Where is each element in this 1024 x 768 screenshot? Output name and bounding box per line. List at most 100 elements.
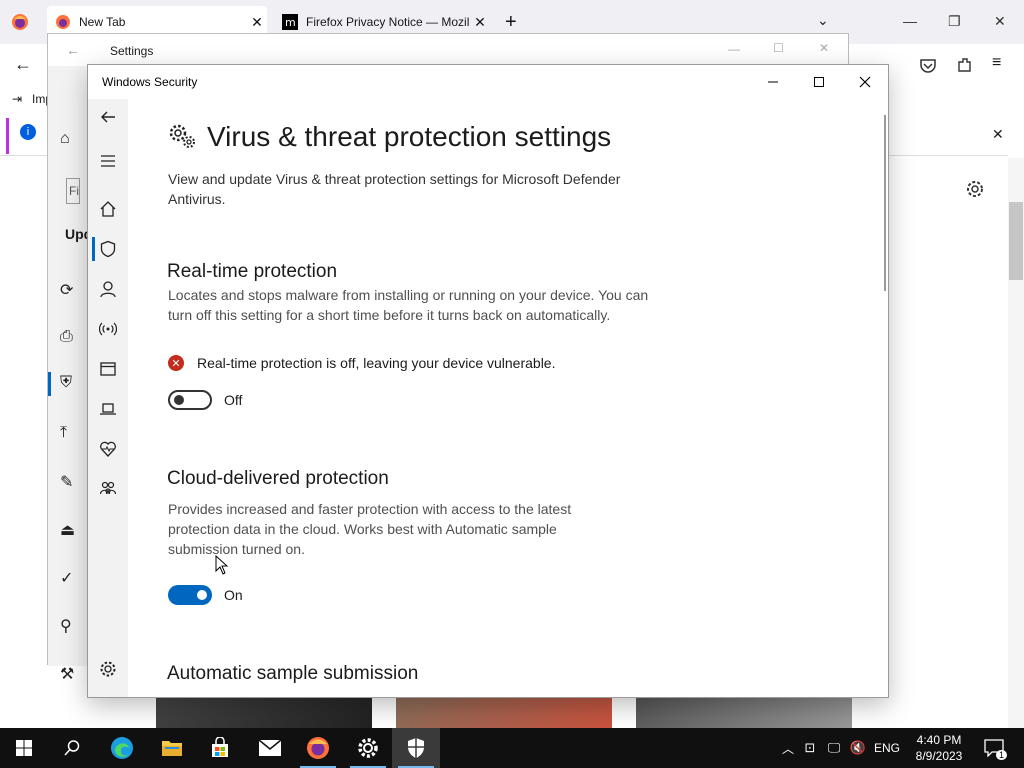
settings-taskbar-button[interactable]	[344, 728, 392, 768]
back-icon	[101, 111, 115, 123]
nav-account-protection[interactable]	[88, 271, 128, 307]
menu-button[interactable]	[88, 143, 128, 179]
volume-muted-icon[interactable]: 🔇	[846, 740, 870, 756]
minimize-icon	[768, 81, 778, 83]
extensions-icon[interactable]	[955, 56, 973, 74]
thumbnail-image[interactable]	[396, 696, 612, 728]
search-button[interactable]	[48, 728, 96, 768]
toggle-knob	[174, 395, 184, 405]
health-icon	[100, 441, 116, 457]
recovery-icon[interactable]: ⏏	[60, 520, 75, 540]
security-titlebar: Windows Security	[88, 65, 888, 99]
store-button[interactable]	[196, 728, 244, 768]
scrollbar-thumb[interactable]	[1009, 202, 1023, 280]
firefox-taskbar-button[interactable]	[294, 728, 342, 768]
mail-icon	[258, 739, 282, 756]
info-icon: i	[20, 124, 36, 140]
minimize-icon[interactable]: —	[903, 13, 917, 29]
family-icon	[99, 481, 117, 495]
mozilla-tab-icon: m	[282, 14, 298, 30]
device-security-icon	[100, 403, 116, 415]
clock-time: 4:40 PM	[916, 733, 962, 747]
close-button[interactable]	[842, 69, 888, 95]
language-indicator[interactable]: ENG	[870, 741, 904, 755]
troubleshoot-icon[interactable]: ✎	[60, 472, 73, 492]
close-notification-icon[interactable]: ✕	[992, 126, 1004, 143]
minimize-icon[interactable]: —	[728, 42, 740, 56]
delivery-icon[interactable]: ⎙	[60, 328, 73, 346]
account-icon	[100, 281, 116, 298]
store-icon	[212, 737, 228, 757]
pocket-icon[interactable]	[919, 57, 937, 75]
restore-icon[interactable]: ❐	[948, 13, 961, 30]
svg-text:m: m	[285, 16, 296, 29]
nav-device-health[interactable]	[88, 431, 128, 467]
firefox-app-icon	[12, 14, 28, 30]
back-button[interactable]	[88, 99, 128, 135]
folder-icon	[162, 741, 182, 756]
realtime-protection-toggle[interactable]	[168, 390, 212, 410]
close-icon[interactable]: ✕	[994, 13, 1006, 30]
gear-icon[interactable]	[966, 180, 984, 198]
maximize-button[interactable]	[796, 69, 842, 95]
nav-family-options[interactable]	[88, 471, 128, 507]
shield-icon	[408, 738, 424, 758]
start-button[interactable]	[0, 728, 48, 768]
backup-icon[interactable]: ⤒	[60, 424, 67, 442]
back-icon[interactable]: ←	[14, 54, 32, 75]
nav-firewall[interactable]	[88, 311, 128, 347]
nav-settings[interactable]	[88, 651, 128, 687]
content-scrollbar[interactable]	[884, 115, 886, 291]
search-field[interactable]: Fi	[66, 178, 80, 204]
thumbnail-image[interactable]	[636, 696, 852, 728]
realtime-protection-heading: Real-time protection	[167, 261, 338, 282]
chevron-up-icon[interactable]: ︿	[778, 740, 798, 757]
close-tab-icon[interactable]: ✕	[470, 14, 490, 31]
meet-now-icon[interactable]: ⊡	[798, 740, 822, 756]
file-explorer-button[interactable]	[148, 728, 196, 768]
nav-home[interactable]	[88, 191, 128, 227]
firewall-icon	[99, 322, 117, 336]
minimize-button[interactable]	[750, 69, 796, 95]
maximize-icon	[814, 77, 824, 87]
nav-virus-protection[interactable]	[88, 231, 128, 267]
close-icon[interactable]: ✕	[819, 41, 829, 55]
nav-app-browser[interactable]	[88, 351, 128, 387]
action-center-button[interactable]: 1	[980, 728, 1008, 768]
windows-security-window: Windows Security Virus & threat protecti…	[87, 64, 889, 698]
home-icon[interactable]: ⌂	[60, 130, 70, 148]
thumbnail-image[interactable]	[156, 696, 372, 728]
page-description: View and update Virus & threat protectio…	[168, 171, 621, 207]
clock-date: 8/9/2023	[915, 749, 963, 763]
cloud-protection-toggle[interactable]	[168, 585, 212, 605]
find-device-icon[interactable]: ⚲	[60, 616, 72, 636]
search-icon	[64, 740, 80, 756]
tab-label: Firefox Privacy Notice — Mozilla	[306, 15, 470, 29]
back-icon[interactable]: ←	[66, 42, 80, 58]
maximize-icon[interactable]: ☐	[773, 41, 784, 55]
system-tray: ︿ ⊡ 🖵 🔇 ENG	[778, 728, 904, 768]
close-tab-icon[interactable]: ✕	[247, 14, 267, 31]
shield-icon[interactable]: ⛨	[60, 374, 72, 392]
activation-icon[interactable]: ✓	[60, 568, 73, 588]
taskbar: ︿ ⊡ 🖵 🔇 ENG 4:40 PM 8/9/2023 1	[0, 728, 1024, 768]
windows-security-taskbar-button[interactable]	[392, 728, 440, 768]
developer-icon[interactable]: ⚒	[60, 664, 74, 684]
hamburger-menu-icon[interactable]: ≡	[992, 54, 1001, 72]
mail-button[interactable]	[246, 728, 294, 768]
notice-accent	[6, 118, 9, 154]
chevron-down-icon[interactable]: ⌄	[817, 12, 829, 29]
edge-button[interactable]	[98, 728, 146, 768]
import-bookmarks-icon[interactable]: ⇥	[12, 92, 22, 106]
new-tab-button[interactable]: +	[505, 11, 517, 34]
error-icon: ✕	[168, 355, 184, 371]
realtime-warning: ✕ Real-time protection is off, leaving y…	[168, 355, 555, 371]
sync-icon[interactable]: ⟳	[60, 280, 73, 300]
cloud-protection-description: Provides increased and faster protection…	[168, 501, 572, 557]
nav-device-security[interactable]	[88, 391, 128, 427]
realtime-toggle-label: Off	[224, 392, 243, 408]
network-icon[interactable]: 🖵	[822, 740, 846, 756]
clock[interactable]: 4:40 PM 8/9/2023	[912, 732, 966, 764]
page-title: Virus & threat protection settings	[207, 121, 612, 152]
firefox-scrollbar[interactable]	[1008, 158, 1024, 728]
